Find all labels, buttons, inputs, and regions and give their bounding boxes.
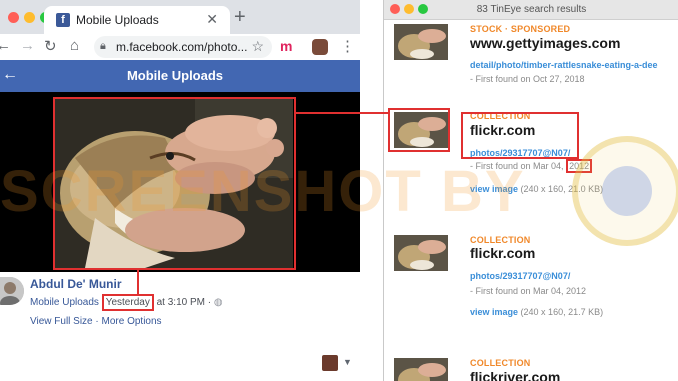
result-thumbnail[interactable]	[394, 24, 448, 60]
result-label: STOCK · SPONSORED	[470, 24, 571, 34]
new-tab-icon[interactable]: +	[234, 6, 246, 29]
url-text: m.facebook.com/photo...	[116, 40, 248, 54]
result-thumbnail[interactable]	[394, 358, 448, 381]
post-meta: Mobile Uploads Yesterday at 3:10 PM · ◍	[30, 294, 223, 311]
view-image-link[interactable]: view image	[470, 307, 518, 317]
image-info: (240 x 160, 21.7 KB)	[520, 307, 604, 317]
album-link[interactable]: Mobile Uploads	[30, 297, 99, 308]
result-domain[interactable]: flickriver.com	[470, 369, 560, 381]
star-icon[interactable]: ☆	[251, 38, 264, 55]
result-path[interactable]: photos/29317707@N07/	[470, 271, 570, 281]
result-domain[interactable]: www.gettyimages.com	[470, 35, 620, 51]
result-view-image: view image (240 x 160, 21.7 KB)	[470, 307, 603, 317]
facebook-header: ← Mobile Uploads	[0, 60, 360, 92]
author-name[interactable]: Abdul De' Munir	[30, 277, 122, 291]
result-domain[interactable]: flickr.com	[470, 245, 535, 261]
page-title: Mobile Uploads	[126, 68, 224, 83]
globe-icon: ◍	[213, 297, 223, 308]
home-icon[interactable]: ⌂	[70, 37, 79, 54]
thumb-highlight-box	[388, 108, 450, 152]
facebook-favicon-icon: f	[56, 13, 70, 27]
close-tab-icon[interactable]: ✕	[206, 11, 218, 28]
close-window-button[interactable]	[8, 12, 19, 23]
meta-separator: ·	[207, 297, 212, 308]
view-full-size-link[interactable]: View Full Size	[30, 316, 93, 327]
watermark-text: SCREENSHOT BY	[0, 159, 526, 224]
links-separator: ·	[95, 316, 99, 327]
post-date-highlight[interactable]: Yesterday	[101, 294, 154, 311]
avatar-image	[0, 277, 24, 305]
path-highlight-box	[461, 112, 579, 159]
avatar[interactable]	[0, 277, 24, 305]
seal-center	[602, 166, 652, 216]
tineye-titlebar: 83 TinEye search results	[384, 0, 678, 20]
forward-arrow-icon[interactable]: →	[20, 37, 35, 54]
caret-down-icon[interactable]: ▼	[343, 357, 352, 367]
post-time: at 3:10 PM	[156, 297, 205, 308]
extension-icon[interactable]: m	[280, 38, 292, 54]
address-bar[interactable]: 🔒︎ m.facebook.com/photo... ☆	[94, 36, 272, 58]
tab-bar: f Mobile Uploads ✕ +	[0, 0, 360, 34]
result-path[interactable]: detail/photo/timber-rattlesnake-eating-a…	[470, 60, 658, 70]
result-label: COLLECTION	[470, 235, 531, 245]
window-title: 83 TinEye search results	[476, 4, 587, 15]
connector-date-up	[137, 270, 139, 294]
navigation-bar: ← → ↻ ⌂ 🔒︎ m.facebook.com/photo... ☆ m ⋮	[0, 34, 360, 60]
photo-links: View Full Size · More Options	[30, 316, 162, 327]
browser-tab[interactable]: f Mobile Uploads ✕	[44, 6, 230, 34]
thumb-image	[394, 235, 448, 271]
search-result: COLLECTION flickriver.com	[384, 352, 678, 381]
minimize-window-button[interactable]	[24, 12, 35, 23]
more-options-link[interactable]: More Options	[102, 316, 162, 327]
thumb-image	[394, 358, 448, 381]
connector-photo-to-thumb	[296, 112, 388, 114]
menu-kebab-icon[interactable]: ⋮	[340, 37, 355, 55]
reaction-avatar[interactable]	[322, 355, 338, 371]
screen: f Mobile Uploads ✕ + ← → ↻ ⌂ 🔒︎ m.facebo…	[0, 0, 678, 381]
thumb-image	[394, 24, 448, 60]
back-arrow-icon[interactable]: ←	[0, 37, 11, 54]
result-first-found: - First found on Mar 04, 2012	[470, 286, 587, 296]
reload-icon[interactable]: ↻	[44, 37, 57, 55]
profile-avatar-icon[interactable]	[312, 39, 328, 55]
result-first-found: - First found on Oct 27, 2018	[470, 74, 585, 84]
result-thumbnail[interactable]	[394, 235, 448, 271]
watermark-seal	[572, 136, 678, 246]
result-label: COLLECTION	[470, 358, 531, 368]
tab-title: Mobile Uploads	[76, 13, 159, 27]
search-result: STOCK · SPONSORED www.gettyimages.com de…	[384, 20, 678, 120]
lock-icon: 🔒︎	[100, 40, 106, 52]
